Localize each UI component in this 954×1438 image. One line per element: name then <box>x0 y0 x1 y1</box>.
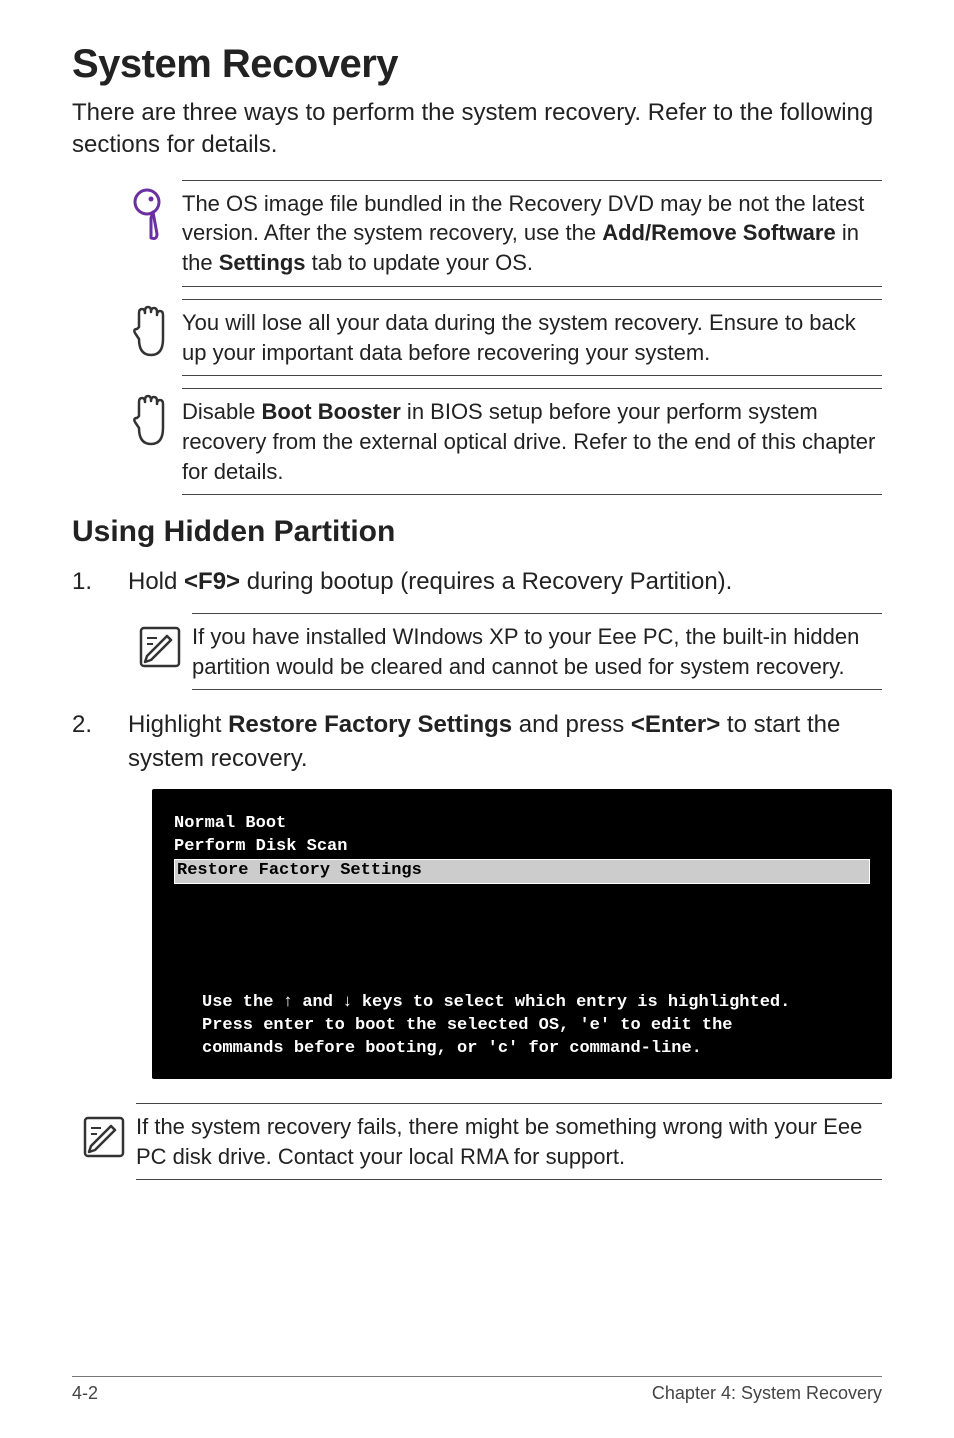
stop-hand-icon <box>118 388 182 450</box>
step-text: Highlight Restore Factory Settings and p… <box>128 708 882 775</box>
page-footer: 4-2 Chapter 4: System Recovery <box>72 1376 882 1404</box>
boot-hint-line1: Use the ↑ and ↓ keys to select which ent… <box>174 990 870 1015</box>
chapter-label: Chapter 4: System Recovery <box>652 1383 882 1404</box>
boot-menu-screenshot: Normal BootPerform Disk ScanRestore Fact… <box>152 789 892 1079</box>
subheading: Using Hidden Partition <box>72 515 882 549</box>
warning2-text: Disable Boot Booster in BIOS setup befor… <box>182 388 882 495</box>
final-note-text: If the system recovery fails, there migh… <box>136 1103 882 1180</box>
page-title: System Recovery <box>72 42 882 87</box>
page-number: 4-2 <box>72 1383 98 1404</box>
tip-notice: The OS image file bundled in the Recover… <box>118 180 882 287</box>
step-2: 2. Highlight Restore Factory Settings an… <box>72 708 882 775</box>
boot-hint-line3: commands before booting, or 'c' for comm… <box>174 1038 870 1061</box>
warning-notice-2: Disable Boot Booster in BIOS setup befor… <box>118 388 882 495</box>
step-text: Hold <F9> during bootup (requires a Reco… <box>128 565 882 599</box>
note-pencil-icon <box>128 613 192 675</box>
boot-menu-item: Perform Disk Scan <box>174 836 870 859</box>
warning1-text: You will lose all your data during the s… <box>182 299 882 376</box>
tip-text: The OS image file bundled in the Recover… <box>182 180 882 287</box>
step-number: 1. <box>72 565 128 599</box>
warning-notice-1: You will lose all your data during the s… <box>118 299 882 376</box>
note-pencil-icon <box>72 1103 136 1165</box>
final-note: If the system recovery fails, there migh… <box>72 1103 882 1180</box>
step1-note-text: If you have installed WIndows XP to your… <box>192 613 882 690</box>
step1-note: If you have installed WIndows XP to your… <box>128 613 882 690</box>
boot-menu-item: Normal Boot <box>174 813 870 836</box>
step-1: 1. Hold <F9> during bootup (requires a R… <box>72 565 882 599</box>
step-number: 2. <box>72 708 128 775</box>
boot-menu-item: Restore Factory Settings <box>174 859 870 884</box>
intro-paragraph: There are three ways to perform the syst… <box>72 97 882 162</box>
stop-hand-icon <box>118 299 182 361</box>
magnifier-icon <box>118 180 182 242</box>
boot-hint-line2: Press enter to boot the selected OS, 'e'… <box>174 1015 870 1038</box>
